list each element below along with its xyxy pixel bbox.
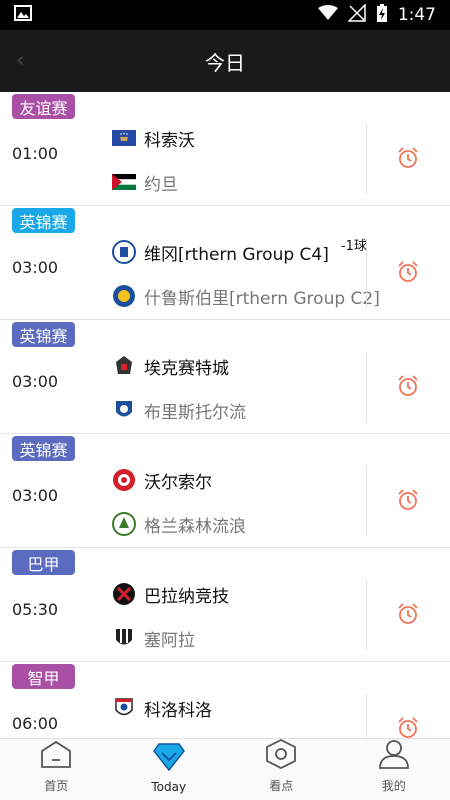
tab-label: Today [151,780,187,794]
tab-today[interactable]: Today [113,739,226,800]
walsall-crest-icon [112,468,136,492]
jordan-flag-icon [112,170,136,194]
home-team: 维冈[rthern Group C4] -1球 [112,239,367,265]
athletico-paranaense-crest-icon [112,582,136,606]
tab-label: 首页 [44,779,69,793]
match-time: 03:00 [12,258,59,277]
match-time: 03:00 [12,372,59,391]
image-notification-icon [14,4,32,26]
match-time: 06:00 [12,714,59,733]
match-row[interactable]: 友谊赛 01:00 科索沃 约旦 [0,92,450,206]
title-bar: ‹ 今日 [0,30,450,92]
league-badge: 英锦赛 [12,208,75,233]
away-team: 什鲁斯伯里[rthern Group C2] [112,283,380,309]
tab-label: 我的 [381,779,406,793]
away-team: 约旦 [112,169,178,195]
match-row[interactable]: 英锦赛 03:00 维冈[rthern Group C4] -1球 什鲁斯伯里[… [0,206,450,320]
page-title: 今日 [205,50,245,75]
home-team: 科洛科洛 [112,695,212,721]
alarm-clock-icon[interactable] [396,488,420,512]
status-bar: 1:47 [0,0,450,30]
away-team: 塞阿拉 [112,625,195,651]
home-team: 沃尔索尔 [112,467,212,493]
home-icon [39,739,73,773]
match-row[interactable]: 英锦赛 03:00 沃尔索尔 格兰森林流浪 [0,434,450,548]
match-time: 05:30 [12,600,59,619]
bristol-rovers-crest-icon [112,398,136,422]
signal-off-icon [347,2,366,27]
battery-charging-icon [376,3,388,28]
alarm-clock-icon[interactable] [396,716,420,738]
league-badge: 英锦赛 [12,436,75,461]
alarm-clock-icon[interactable] [396,146,420,170]
hexagon-icon [264,738,298,773]
match-row[interactable]: 巴甲 05:30 巴拉纳竞技 塞阿拉 [0,548,450,662]
row-divider [366,694,367,738]
status-time: 1:47 [397,5,436,25]
league-badge: 智甲 [12,664,75,689]
tab-home[interactable]: 首页 [0,739,113,800]
league-badge: 英锦赛 [12,322,75,347]
match-time: 01:00 [12,144,59,163]
handicap-label: -1球 [340,238,367,254]
away-team-name: 塞阿拉 [144,630,195,651]
away-team: 格兰森林流浪 [112,511,246,537]
back-arrow-icon[interactable]: ‹ [16,48,36,74]
match-time: 03:00 [12,486,59,505]
row-divider [366,580,367,650]
wifi-icon [317,4,338,26]
home-team: 科索沃 [112,125,195,151]
tab-highlights[interactable]: 看点 [225,738,338,800]
away-team-name: 布里斯托尔流 [144,402,246,423]
match-row[interactable]: 英锦赛 03:00 埃克赛特城 布里斯托尔流 [0,320,450,434]
bottom-tab-bar: 首页 Today 看点 我的 [0,738,450,800]
exeter-crest-icon [112,354,136,378]
ceara-crest-icon [112,626,136,650]
home-team-name: 沃尔索尔 [144,472,212,493]
home-team-name: 巴拉纳竞技 [144,586,229,607]
home-team: 巴拉纳竞技 [112,581,229,607]
shrewsbury-crest-icon [112,284,136,308]
person-icon [377,739,411,773]
tab-profile[interactable]: 我的 [338,739,450,800]
kosovo-flag-icon [112,126,136,150]
row-divider [366,352,367,422]
wigan-crest-icon [112,240,136,264]
home-team-name: 科索沃 [144,130,195,151]
diamond-icon [152,742,186,776]
colo-colo-crest-icon [112,696,136,720]
row-divider [366,466,367,536]
home-team-name: 埃克赛特城 [144,358,229,379]
away-team-name: 格兰森林流浪 [144,516,246,537]
match-row[interactable]: 智甲 06:00 科洛科洛 [0,662,450,738]
home-team-name: 维冈[rthern Group C4] [144,244,329,265]
match-list[interactable]: 友谊赛 01:00 科索沃 约旦 英锦赛 03:00 维冈[rthern Gro… [0,92,450,738]
forest-green-crest-icon [112,512,136,536]
alarm-clock-icon[interactable] [396,602,420,626]
tab-label: 看点 [269,779,294,793]
row-divider [366,124,367,194]
alarm-clock-icon[interactable] [396,374,420,398]
league-badge: 友谊赛 [12,94,75,119]
away-team-name: 什鲁斯伯里[rthern Group C2] [144,288,380,309]
home-team: 埃克赛特城 [112,353,229,379]
row-divider [366,238,367,308]
league-badge: 巴甲 [12,550,75,575]
alarm-clock-icon[interactable] [396,260,420,284]
away-team: 布里斯托尔流 [112,397,246,423]
away-team-name: 约旦 [144,174,178,195]
home-team-name: 科洛科洛 [144,700,212,721]
